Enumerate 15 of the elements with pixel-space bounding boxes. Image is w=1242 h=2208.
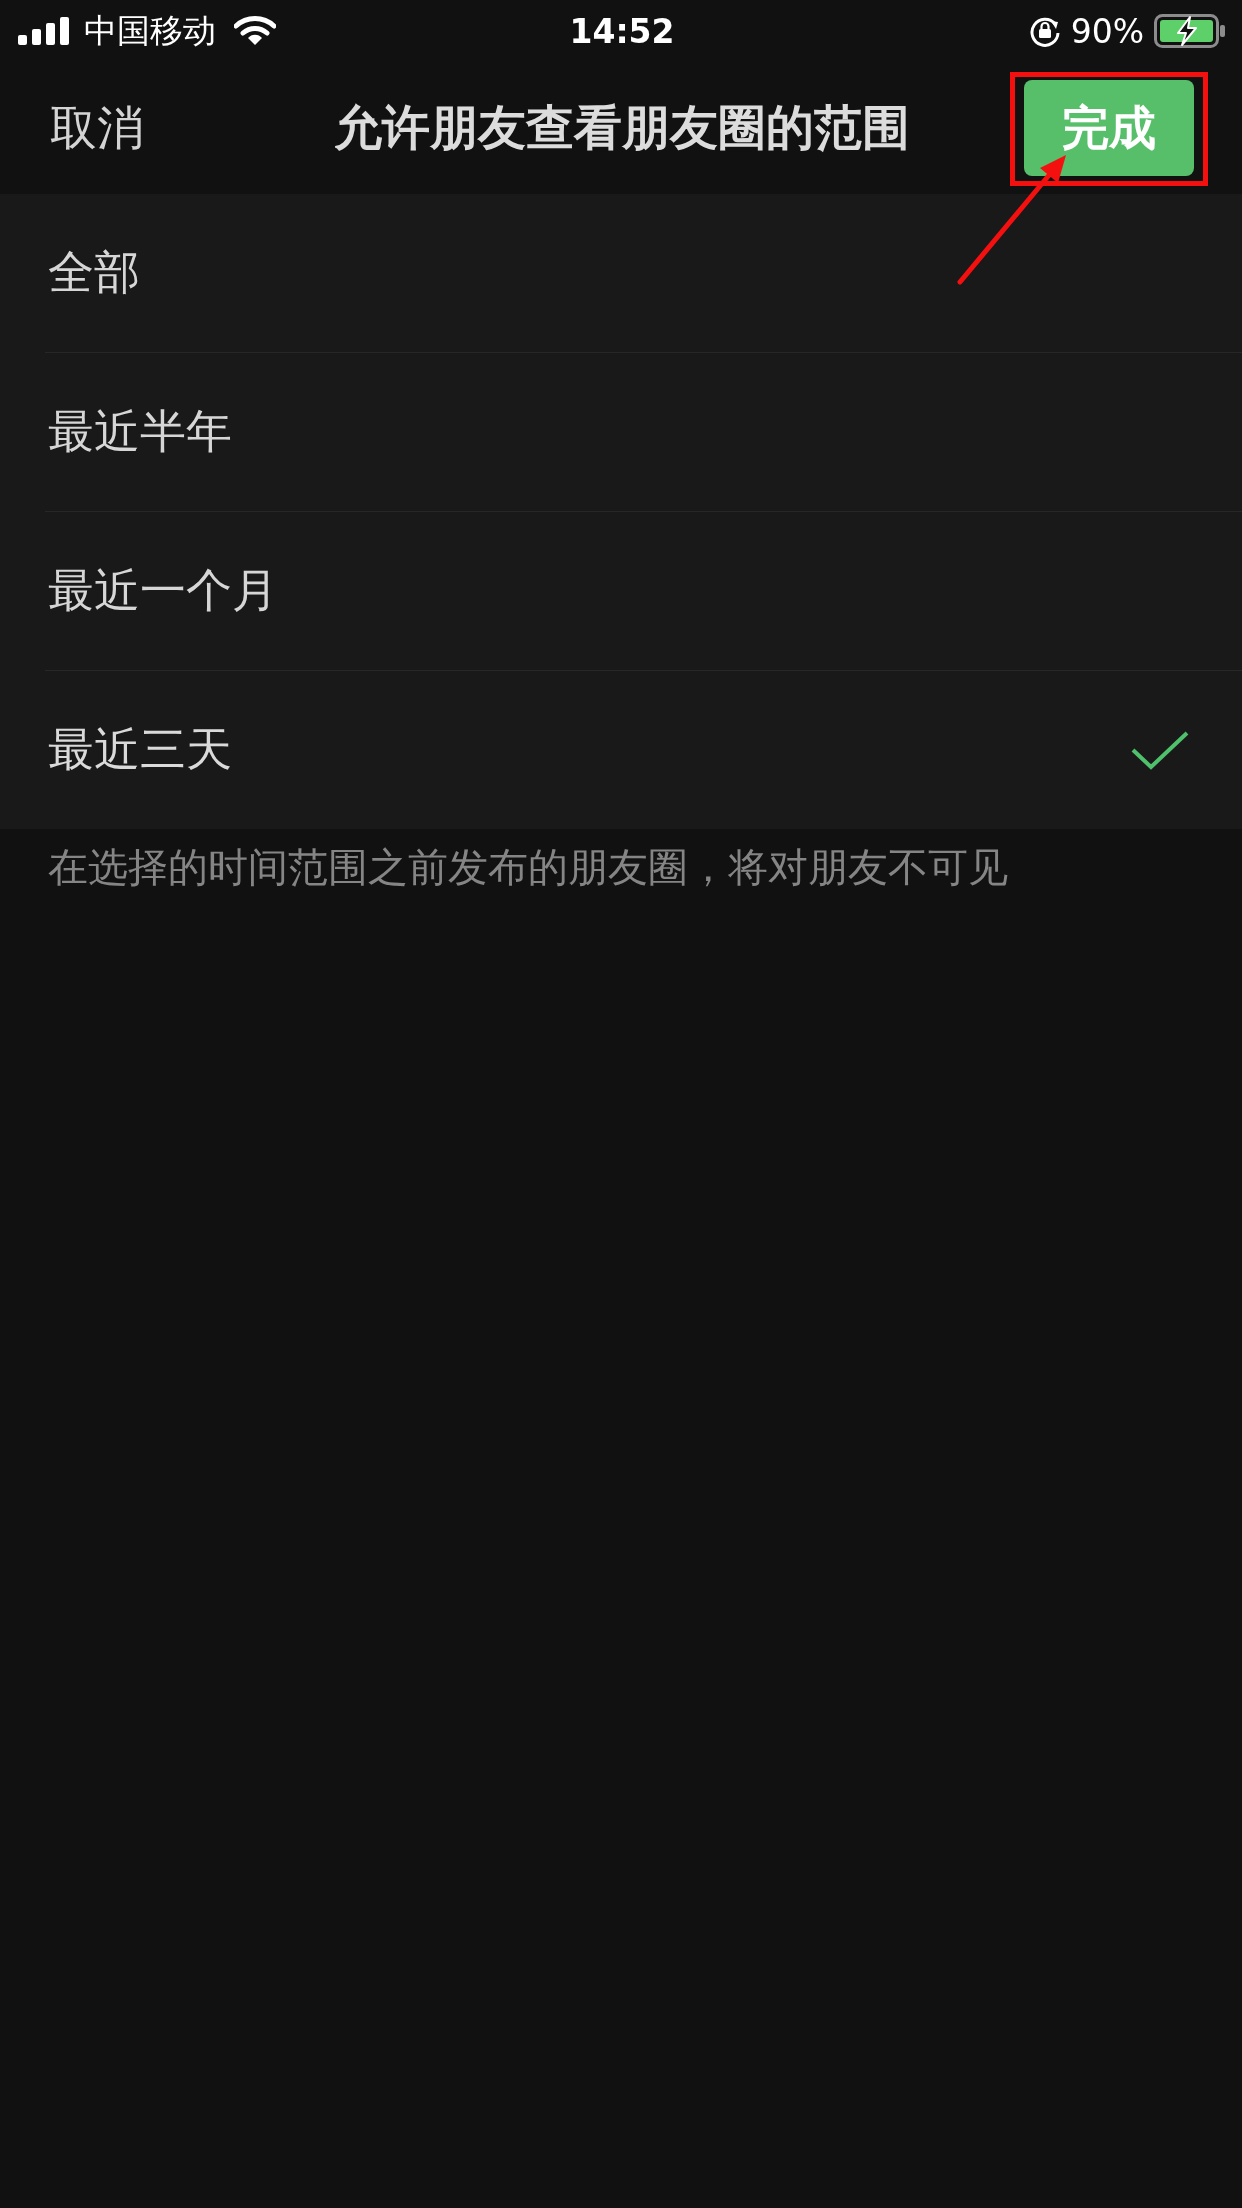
carrier-name: 中国移动 <box>84 9 216 52</box>
option-row[interactable]: 最近三天 <box>0 670 1242 829</box>
option-row[interactable]: 最近一个月 <box>0 511 1242 670</box>
option-row[interactable]: 最近半年 <box>0 352 1242 511</box>
battery-icon <box>1154 14 1226 48</box>
battery-percentage: 90% <box>1070 11 1144 51</box>
footnote-text: 在选择的时间范围之前发布的朋友圈，将对朋友不可见 <box>47 843 1009 892</box>
rotation-lock-icon <box>1028 15 1061 47</box>
option-row[interactable]: 全部 <box>0 194 1242 352</box>
cancel-button[interactable]: 取消 <box>50 96 144 160</box>
screen-title: 允许朋友查看朋友圈的范围 <box>334 98 910 157</box>
status-time: 14:52 <box>569 11 675 51</box>
wifi-icon <box>234 16 276 46</box>
checkmark-icon <box>1130 729 1190 770</box>
signal-icon <box>18 17 70 45</box>
